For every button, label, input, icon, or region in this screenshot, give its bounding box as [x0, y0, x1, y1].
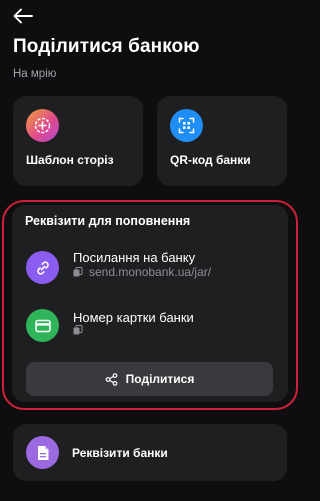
- jar-card-number-value-row: [73, 325, 89, 335]
- jar-requisites-label: Реквізити банки: [72, 446, 168, 460]
- share-button[interactable]: Поділитися: [26, 362, 273, 396]
- copy-icon: [73, 325, 83, 335]
- copy-icon: [73, 267, 83, 277]
- jar-link-title: Посилання на банку: [73, 250, 196, 265]
- share-icon: [105, 372, 118, 386]
- story-template-label: Шаблон сторіз: [26, 153, 114, 167]
- story-template-card[interactable]: [13, 96, 143, 186]
- story-template-icon: [26, 109, 59, 142]
- jar-card-number-title: Номер картки банки: [73, 310, 194, 325]
- back-button[interactable]: [10, 5, 36, 27]
- share-button-label: Поділитися: [125, 372, 195, 386]
- qr-code-icon: [170, 109, 203, 142]
- qr-code-label: QR-код банки: [170, 153, 251, 167]
- link-icon: [26, 251, 59, 284]
- document-icon: [26, 436, 59, 469]
- qr-code-card[interactable]: [157, 96, 287, 186]
- share-jar-screen: Поділитися банкою На мрію Шаблон сторіз …: [0, 0, 300, 501]
- arrow-left-icon: [13, 8, 33, 24]
- page-title: Поділитися банкою: [13, 36, 200, 57]
- page-subtitle: На мрію: [13, 68, 57, 80]
- top-up-details-heading: Реквізити для поповнення: [25, 214, 191, 228]
- credit-card-icon: [26, 309, 59, 342]
- jar-link-value: send.monobank.ua/jar/: [89, 265, 212, 279]
- jar-link-value-row: send.monobank.ua/jar/: [73, 265, 211, 279]
- jar-requisites-card[interactable]: Реквізити банки: [13, 424, 287, 481]
